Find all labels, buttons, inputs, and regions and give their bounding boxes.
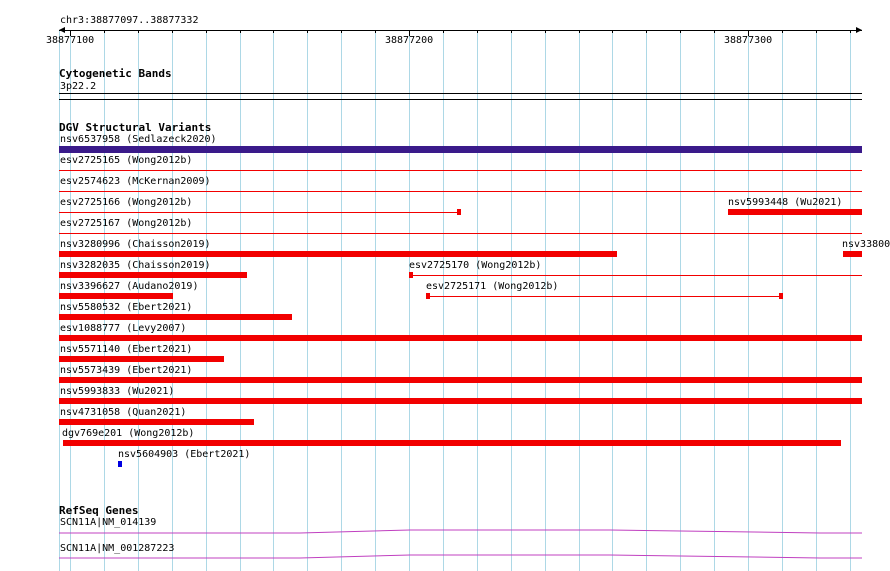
gene-models [59,529,862,559]
gene-feature[interactable] [59,554,862,559]
genome-browser-panel: chr3:38877097..38877332 38877100 3887720… [0,0,890,571]
gene-feature[interactable] [59,529,862,534]
gene-label: SCN11A|NM_001287223 [60,543,175,554]
